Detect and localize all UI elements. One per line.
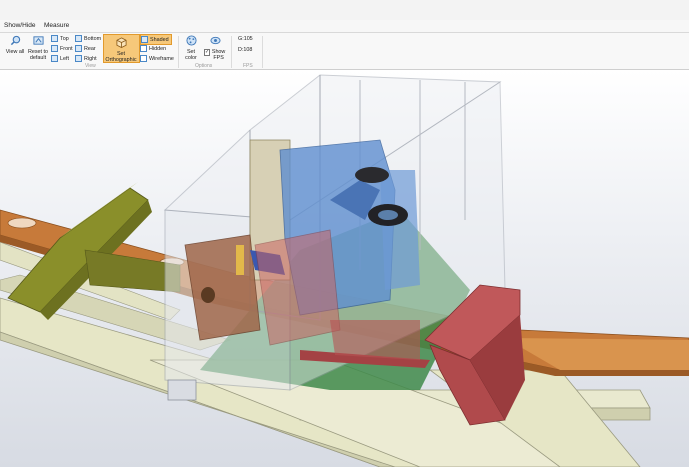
cube-top-icon (51, 35, 58, 42)
cube-bottom-icon (75, 35, 82, 42)
ribbon-tabs: Show/Hide Measure (0, 20, 689, 33)
hidden-label: Hidden (149, 45, 167, 52)
yellow-pin (236, 245, 244, 275)
tab-measure[interactable]: Measure (44, 22, 69, 29)
wireframe-mode-button[interactable]: Wireframe (140, 54, 174, 63)
group-separator (262, 36, 263, 68)
shaded-label: Shaded (150, 36, 169, 43)
view-bottom-button[interactable]: Bottom (75, 34, 101, 43)
set-orthographic-label: Set Orthographic (105, 51, 137, 63)
wireframe-icon (140, 55, 147, 62)
wireframe-label: Wireframe (149, 55, 174, 62)
view-bottom-label: Bottom (84, 35, 102, 42)
reset-default-label: Reset to default (27, 49, 49, 61)
show-fps-checkbox[interactable]: ✓ (204, 49, 211, 56)
hidden-lines-icon (140, 45, 147, 52)
hidden-mode-button[interactable]: Hidden (140, 44, 166, 53)
3d-scene (0, 74, 689, 467)
eye-icon (209, 36, 221, 45)
shaded-icon (141, 36, 148, 43)
orthographic-cube-icon (116, 37, 127, 49)
group-separator (178, 36, 179, 68)
show-fps-label: Show FPS (211, 49, 226, 61)
cube-left-icon (51, 55, 58, 62)
view-left-button[interactable]: Left (51, 54, 69, 63)
cube-front-icon (51, 45, 58, 52)
view-top-label: Top (60, 35, 69, 42)
group-separator (231, 36, 232, 68)
view-rear-label: Rear (84, 45, 96, 52)
view-rear-button[interactable]: Rear (75, 44, 96, 53)
view-group-label: View (85, 63, 96, 69)
view-front-button[interactable]: Front (51, 44, 73, 53)
reset-default-button[interactable]: Reset to default (27, 35, 49, 61)
set-color-label: Set color (185, 49, 197, 61)
window-title-bar (0, 0, 689, 20)
black-coupling (355, 167, 389, 183)
set-orthographic-button[interactable]: Set Orthographic (103, 34, 140, 63)
tab-show-hide[interactable]: Show/Hide (4, 22, 35, 29)
view-top-button[interactable]: Top (51, 34, 69, 43)
view-all-label: View all (5, 49, 25, 55)
palette-icon (185, 35, 197, 46)
show-fps-toggle[interactable]: ✓ Show FPS (204, 35, 226, 61)
view-right-label: Right (84, 55, 97, 62)
3d-viewport[interactable] (0, 70, 689, 467)
options-group-label: Options (195, 63, 213, 69)
fps-g-value: G:105 (238, 36, 253, 42)
fps-group-label: FPS (243, 63, 253, 69)
magnifier-icon (10, 35, 20, 46)
fps-d-value: D:108 (238, 47, 253, 53)
reset-view-icon (32, 36, 44, 45)
conveyor-hole (7, 217, 37, 229)
view-left-label: Left (60, 55, 69, 62)
cube-right-icon (75, 55, 82, 62)
cube-rear-icon (75, 45, 82, 52)
view-right-button[interactable]: Right (75, 54, 97, 63)
set-color-button[interactable]: Set color (182, 35, 200, 61)
view-all-button[interactable]: View all (5, 35, 25, 55)
ribbon-toolbar: View all Reset to default Top Front Left… (0, 33, 689, 70)
view-front-label: Front (60, 45, 73, 52)
